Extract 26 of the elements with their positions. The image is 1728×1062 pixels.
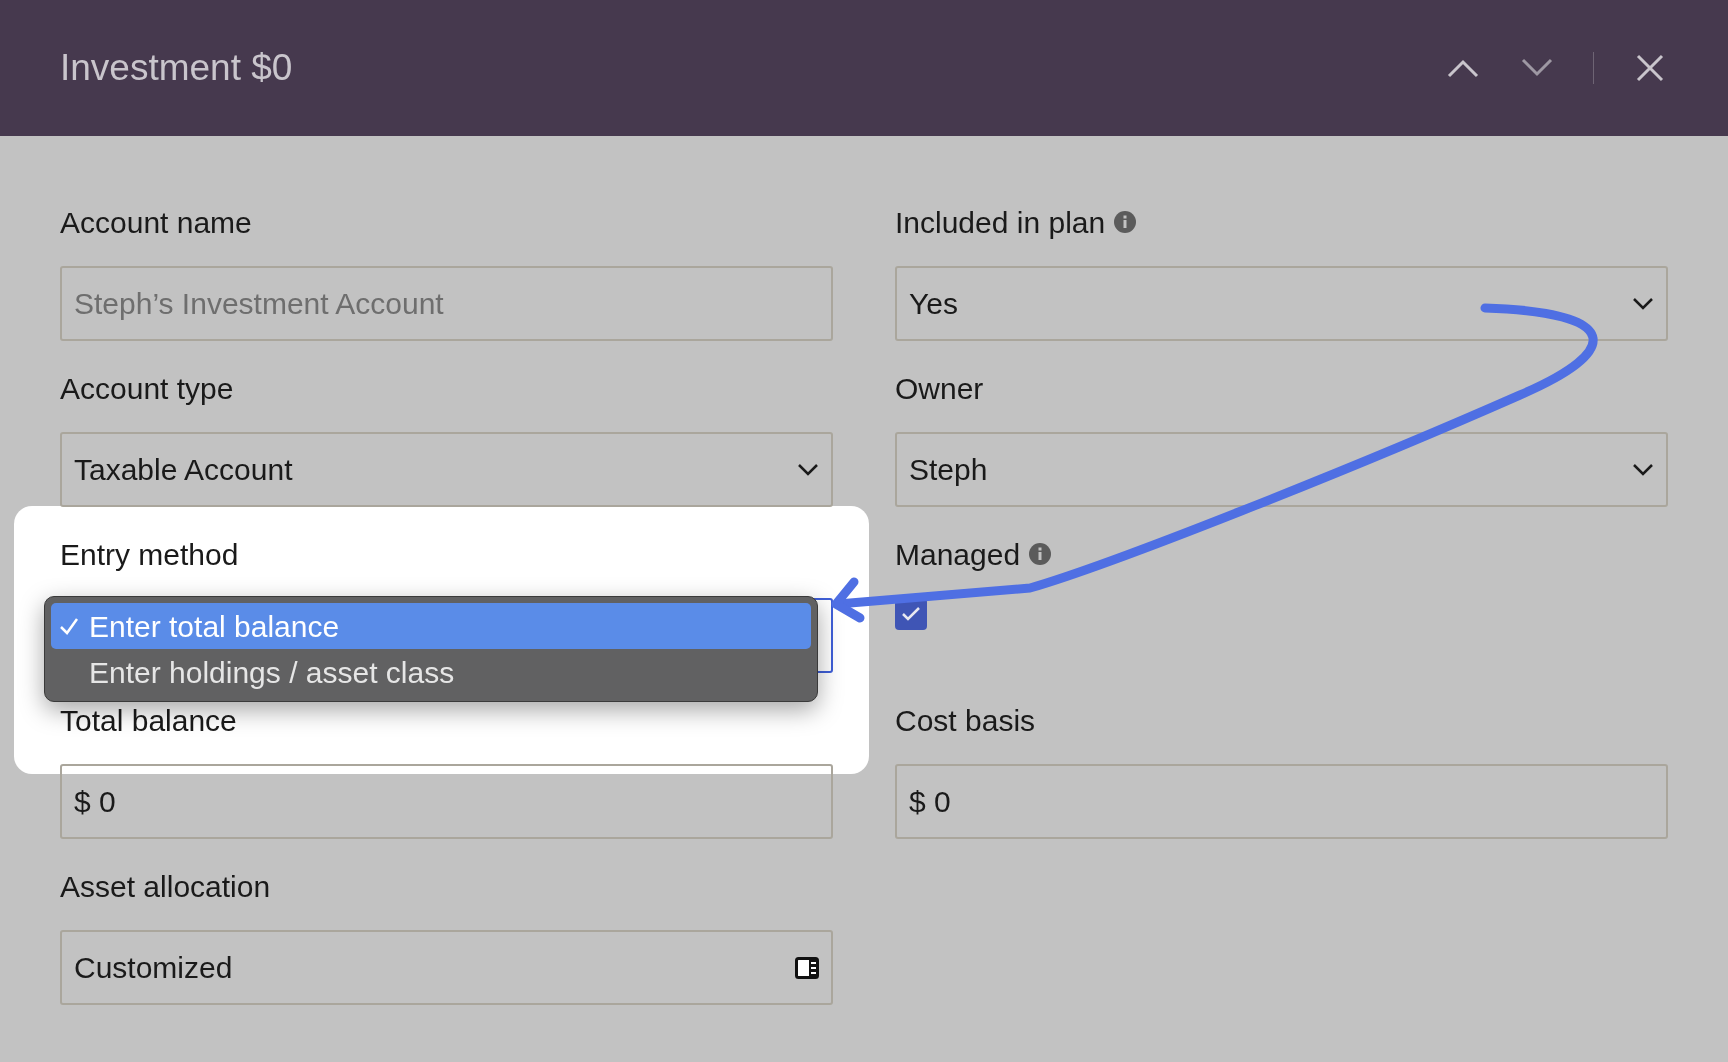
field-label: Asset allocation [60,868,271,905]
chevron-up-icon [1447,58,1479,78]
field-label: Included in plan [895,204,1106,241]
close-icon [1636,54,1664,82]
field-label: Managed [895,536,1021,573]
field-label: Account type [60,370,234,407]
checkmark-icon [59,616,79,636]
field-label: Entry method [60,536,239,573]
panel-icon [795,956,819,979]
picker-field[interactable]: Customized [60,930,833,1005]
dialog-title: Investment $0 [60,46,293,91]
chevron-down-icon [1632,462,1654,477]
field-label: Account name [60,204,252,241]
chevron-down-icon [797,462,819,477]
menu-option[interactable]: Enter holdings / asset class [51,649,811,695]
checkmark-icon [901,606,921,622]
select-field[interactable]: Yes [895,266,1668,341]
input-field[interactable]: $ 0 [895,764,1668,839]
select-field[interactable]: Steph [895,432,1668,507]
field-label: Total balance [60,702,237,739]
select-field[interactable]: Taxable Account [60,432,833,507]
input-field[interactable]: $ 0 [60,764,833,839]
chevron-down-icon [1521,58,1553,78]
field-label: Cost basis [895,702,1036,739]
chevron-down-icon [1632,296,1654,311]
field-label: Owner [895,370,984,407]
